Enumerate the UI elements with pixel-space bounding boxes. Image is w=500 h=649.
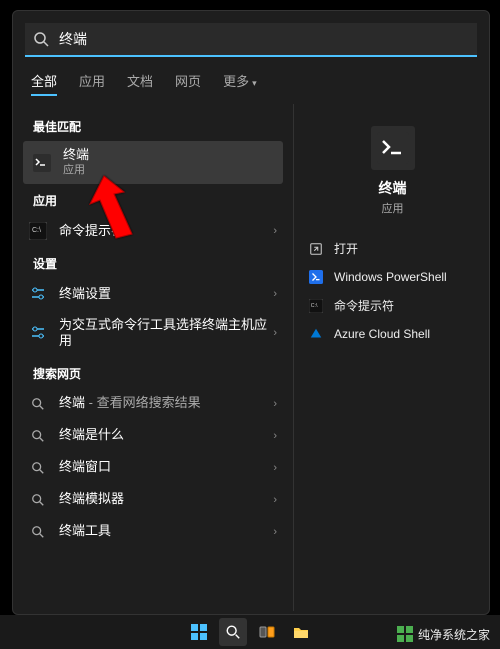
cmd-icon: C:\: [308, 298, 324, 314]
chevron-right-icon: ›: [273, 462, 277, 474]
action-azure[interactable]: Azure Cloud Shell: [306, 320, 479, 348]
start-button[interactable]: [185, 618, 213, 646]
watermark-icon: [396, 625, 414, 643]
result-web-what-is[interactable]: 终端是什么 ›: [13, 420, 293, 452]
action-open[interactable]: 打开: [306, 234, 479, 263]
start-search-panel: 全部 应用 文档 网页 更多▾ 最佳匹配 终端 应用 应用 C:\: [12, 10, 490, 615]
result-title: 为交互式命令行工具选择终端主机应用: [59, 317, 273, 350]
chevron-right-icon: ›: [273, 526, 277, 538]
chevron-down-icon: ▾: [252, 78, 257, 88]
result-title: 终端是什么: [59, 427, 273, 443]
action-label: 打开: [334, 240, 358, 257]
chevron-right-icon: ›: [273, 398, 277, 410]
taskbar-explorer[interactable]: [287, 618, 315, 646]
chevron-right-icon: ›: [273, 288, 277, 300]
section-settings: 设置: [13, 247, 293, 278]
tab-documents[interactable]: 文档: [127, 71, 153, 96]
section-web: 搜索网页: [13, 357, 293, 388]
action-label: Azure Cloud Shell: [334, 327, 430, 341]
detail-subtitle: 应用: [382, 200, 404, 216]
search-tabs: 全部 应用 文档 网页 更多▾: [13, 57, 489, 104]
result-terminal-settings[interactable]: 终端设置 ›: [13, 278, 293, 310]
result-detail-pane: 终端 应用 打开 Windows PowerShell C:\ 命令提示符 Az…: [293, 104, 489, 611]
open-icon: [308, 241, 324, 257]
result-subtitle: 应用: [63, 164, 267, 178]
powershell-icon: [308, 269, 324, 285]
results-list: 最佳匹配 终端 应用 应用 C:\ 命令提示符 › 设置: [13, 104, 293, 611]
svg-text:C:\: C:\: [32, 227, 41, 234]
detail-title: 终端: [379, 178, 407, 198]
cmd-icon: C:\: [29, 222, 47, 240]
result-web-tools[interactable]: 终端工具 ›: [13, 516, 293, 548]
tab-all[interactable]: 全部: [31, 71, 57, 96]
search-icon: [29, 427, 47, 445]
settings-sliders-icon: [29, 285, 47, 303]
result-title: 终端: [63, 147, 89, 162]
search-icon: [29, 523, 47, 541]
result-terminal-app[interactable]: 终端 应用: [23, 141, 283, 184]
azure-icon: [308, 326, 324, 342]
result-terminal-host[interactable]: 为交互式命令行工具选择终端主机应用 ›: [13, 310, 293, 357]
result-title: 终端 - 查看网络搜索结果: [59, 395, 273, 411]
chevron-right-icon: ›: [273, 430, 277, 442]
svg-text:C:\: C:\: [311, 302, 318, 308]
search-icon: [29, 459, 47, 477]
settings-sliders-icon: [29, 324, 47, 342]
watermark: 纯净系统之家: [396, 625, 490, 643]
action-cmd[interactable]: C:\ 命令提示符: [306, 291, 479, 320]
tab-more[interactable]: 更多▾: [223, 71, 257, 96]
result-title: 命令提示符: [59, 223, 273, 239]
result-title: 终端窗口: [59, 459, 273, 475]
result-web-window[interactable]: 终端窗口 ›: [13, 452, 293, 484]
result-web-terminal[interactable]: 终端 - 查看网络搜索结果 ›: [13, 388, 293, 420]
action-label: Windows PowerShell: [334, 270, 447, 284]
result-title: 终端设置: [59, 286, 273, 302]
terminal-icon: [33, 154, 51, 172]
search-icon: [29, 491, 47, 509]
terminal-icon: [371, 126, 415, 170]
section-apps: 应用: [13, 184, 293, 215]
result-title: 终端工具: [59, 523, 273, 539]
taskbar-taskview[interactable]: [253, 618, 281, 646]
search-icon: [33, 31, 49, 47]
watermark-text: 纯净系统之家: [418, 626, 490, 643]
search-input[interactable]: [57, 30, 469, 48]
chevron-right-icon: ›: [273, 327, 277, 339]
chevron-right-icon: ›: [273, 225, 277, 237]
chevron-right-icon: ›: [273, 494, 277, 506]
search-bar[interactable]: [25, 23, 477, 57]
tab-web[interactable]: 网页: [175, 71, 201, 96]
taskbar-search[interactable]: [219, 618, 247, 646]
action-powershell[interactable]: Windows PowerShell: [306, 263, 479, 291]
tab-apps[interactable]: 应用: [79, 71, 105, 96]
result-title: 终端模拟器: [59, 491, 273, 507]
action-label: 命令提示符: [334, 297, 394, 314]
result-cmd[interactable]: C:\ 命令提示符 ›: [13, 215, 293, 247]
result-web-emulator[interactable]: 终端模拟器 ›: [13, 484, 293, 516]
search-icon: [29, 395, 47, 413]
section-best-match: 最佳匹配: [13, 110, 293, 141]
